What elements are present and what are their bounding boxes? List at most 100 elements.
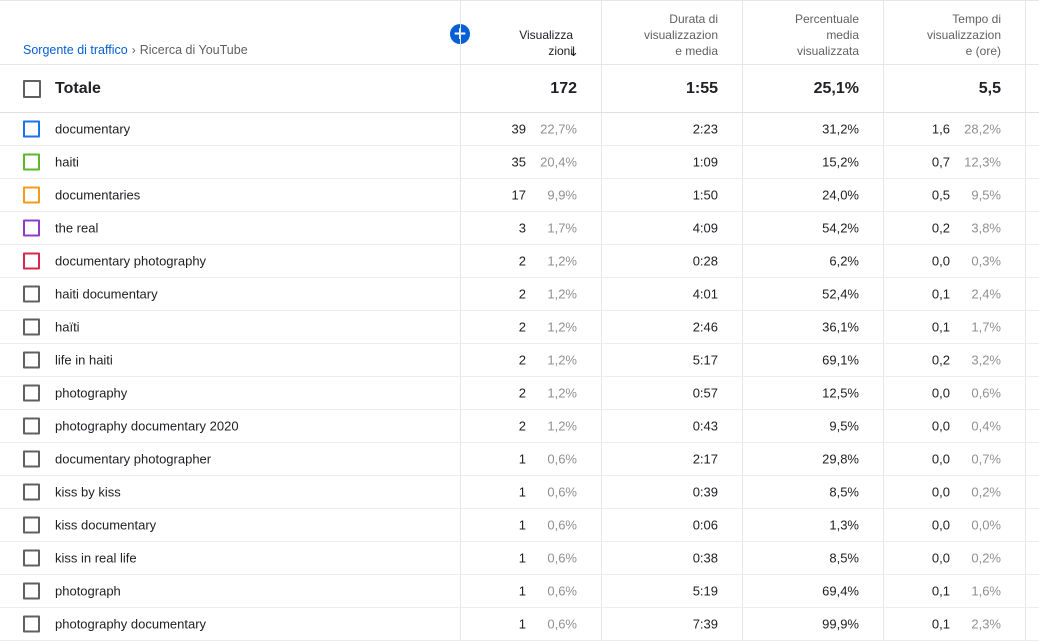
views-percent: 0,6% xyxy=(547,451,577,467)
watch-time-value: 0,1 xyxy=(931,319,950,335)
row-checkbox[interactable] xyxy=(23,384,40,402)
table-row[interactable]: documentary photographer 1 0,6% 2:17 29,8% 0,… xyxy=(0,443,1039,476)
search-term[interactable]: photography documentary 2020 xyxy=(55,419,239,434)
watch-time-percent: 0,3% xyxy=(971,253,1001,269)
row-checkbox[interactable] xyxy=(23,351,40,369)
row-checkbox[interactable] xyxy=(23,153,40,171)
search-term[interactable]: life in haiti xyxy=(55,353,113,368)
breadcrumb-traffic-source-link[interactable]: Sorgente di traffico xyxy=(23,43,128,57)
row-checkbox[interactable] xyxy=(23,483,40,501)
row-hours-cell: 0,1 1,7% xyxy=(883,311,1025,343)
row-overflow-cell xyxy=(1025,344,1039,376)
row-percent-cell: 9,5% xyxy=(742,410,883,442)
table-row[interactable]: haiti 35 20,4% 1:09 15,2% 0,7 12,3% xyxy=(0,146,1039,179)
table-row[interactable]: photography documentary 1 0,6% 7:39 99,9% 0,1… xyxy=(0,608,1039,641)
row-duration-cell: 0:43 xyxy=(601,410,742,442)
views-percent: 0,6% xyxy=(547,517,577,533)
header-watch-time[interactable]: Tempo di visualizzazion e (ore) xyxy=(927,11,1001,59)
row-name-cell: kiss in real life xyxy=(0,542,460,574)
total-name-cell: Totale xyxy=(0,65,460,112)
row-duration-cell: 5:17 xyxy=(601,344,742,376)
table-row[interactable]: kiss in real life 1 0,6% 0:38 8,5% 0,0 0,2% xyxy=(0,542,1039,575)
row-checkbox[interactable] xyxy=(23,417,40,435)
search-term[interactable]: documentary xyxy=(55,122,130,137)
search-term[interactable]: photography xyxy=(55,386,127,401)
views-value: 2 xyxy=(518,352,526,368)
views-percent: 0,6% xyxy=(547,550,577,566)
table-row[interactable]: documentary photography 2 1,2% 0:28 6,2% 0,0 0… xyxy=(0,245,1039,278)
row-duration-cell: 1:50 xyxy=(601,179,742,211)
search-term[interactable]: documentary photography xyxy=(55,254,206,269)
watch-time-value: 0,0 xyxy=(931,550,950,566)
breadcrumb: Sorgente di traffico › Ricerca di YouTube xyxy=(23,43,248,57)
row-checkbox[interactable] xyxy=(23,516,40,534)
row-checkbox[interactable] xyxy=(23,549,40,567)
table-row[interactable]: kiss by kiss 1 0,6% 0:39 8,5% 0,0 0,2% xyxy=(0,476,1039,509)
header-avg-duration[interactable]: Durata di visualizzazion e media xyxy=(644,11,718,59)
row-views-cell: 1 0,6% xyxy=(460,608,601,640)
avg-percent-value: 69,4% xyxy=(822,583,859,599)
total-checkbox[interactable] xyxy=(23,79,41,98)
header-avg-percent-cell[interactable]: Percentuale media visualizzata xyxy=(742,1,883,64)
search-term[interactable]: documentary photographer xyxy=(55,452,211,467)
search-term[interactable]: documentaries xyxy=(55,188,140,203)
table-row[interactable]: documentaries 17 9,9% 1:50 24,0% 0,5 9,5% xyxy=(0,179,1039,212)
views-value: 3 xyxy=(518,220,526,236)
row-overflow-cell xyxy=(1025,509,1039,541)
avg-percent-value: 54,2% xyxy=(822,220,859,236)
row-percent-cell: 15,2% xyxy=(742,146,883,178)
row-name-cell: documentary photography xyxy=(0,245,460,277)
row-checkbox[interactable] xyxy=(23,219,40,237)
avg-duration-value: 0:06 xyxy=(692,517,718,533)
row-duration-cell: 0:28 xyxy=(601,245,742,277)
row-checkbox[interactable] xyxy=(23,318,40,336)
row-checkbox[interactable] xyxy=(23,120,40,138)
row-checkbox[interactable] xyxy=(23,285,40,303)
views-value: 2 xyxy=(518,319,526,335)
header-views[interactable]: Visualizza zioni xyxy=(519,27,573,59)
row-name-cell: haïti xyxy=(0,311,460,343)
row-percent-cell: 69,1% xyxy=(742,344,883,376)
avg-percent-value: 1,3% xyxy=(829,517,859,533)
table-row[interactable]: life in haiti 2 1,2% 5:17 69,1% 0,2 3,2% xyxy=(0,344,1039,377)
row-checkbox[interactable] xyxy=(23,615,40,633)
row-checkbox[interactable] xyxy=(23,582,40,600)
row-checkbox[interactable] xyxy=(23,186,40,204)
sort-arrow-down-icon[interactable]: ↓ xyxy=(568,45,579,60)
row-duration-cell: 7:39 xyxy=(601,608,742,640)
avg-duration-value: 4:01 xyxy=(692,286,718,302)
row-checkbox[interactable] xyxy=(23,252,40,270)
table-row[interactable]: photograph 1 0,6% 5:19 69,4% 0,1 1,6% xyxy=(0,575,1039,608)
table-row[interactable]: documentary 39 22,7% 2:23 31,2% 1,6 28,2% xyxy=(0,113,1039,146)
header-dimension-cell: Sorgente di traffico › Ricerca di YouTube … xyxy=(0,1,470,64)
header-watch-time-cell[interactable]: Tempo di visualizzazion e (ore) xyxy=(883,1,1025,64)
breadcrumb-separator: › xyxy=(131,43,136,57)
table-row[interactable]: kiss documentary 1 0,6% 0:06 1,3% 0,0 0,0% xyxy=(0,509,1039,542)
search-term[interactable]: kiss documentary xyxy=(55,518,156,533)
row-duration-cell: 2:46 xyxy=(601,311,742,343)
search-term[interactable]: the real xyxy=(55,221,98,236)
row-checkbox[interactable] xyxy=(23,450,40,468)
row-percent-cell: 1,3% xyxy=(742,509,883,541)
header-avg-percent[interactable]: Percentuale media visualizzata xyxy=(795,11,859,59)
search-term[interactable]: kiss in real life xyxy=(55,551,137,566)
views-value: 17 xyxy=(511,187,526,203)
table-row[interactable]: the real 3 1,7% 4:09 54,2% 0,2 3,8% xyxy=(0,212,1039,245)
search-term[interactable]: haïti xyxy=(55,320,80,335)
header-avg-duration-cell[interactable]: Durata di visualizzazion e media xyxy=(601,1,742,64)
table-row[interactable]: haïti 2 1,2% 2:46 36,1% 0,1 1,7% xyxy=(0,311,1039,344)
row-views-cell: 35 20,4% xyxy=(460,146,601,178)
search-term[interactable]: haiti xyxy=(55,155,79,170)
search-term[interactable]: photography documentary xyxy=(55,617,206,632)
search-term[interactable]: haiti documentary xyxy=(55,287,158,302)
header-views-cell[interactable]: Visualizza zioni ↓ xyxy=(460,1,601,64)
table-row[interactable]: haiti documentary 2 1,2% 4:01 52,4% 0,1 2,4% xyxy=(0,278,1039,311)
watch-time-percent: 2,4% xyxy=(971,286,1001,302)
table-row[interactable]: photography 2 1,2% 0:57 12,5% 0,0 0,6% xyxy=(0,377,1039,410)
avg-percent-value: 15,2% xyxy=(822,154,859,170)
table-row[interactable]: photography documentary 2020 2 1,2% 0:43 9,5… xyxy=(0,410,1039,443)
search-term[interactable]: photograph xyxy=(55,584,121,599)
avg-percent-value: 52,4% xyxy=(822,286,859,302)
row-views-cell: 2 1,2% xyxy=(460,278,601,310)
search-term[interactable]: kiss by kiss xyxy=(55,485,121,500)
